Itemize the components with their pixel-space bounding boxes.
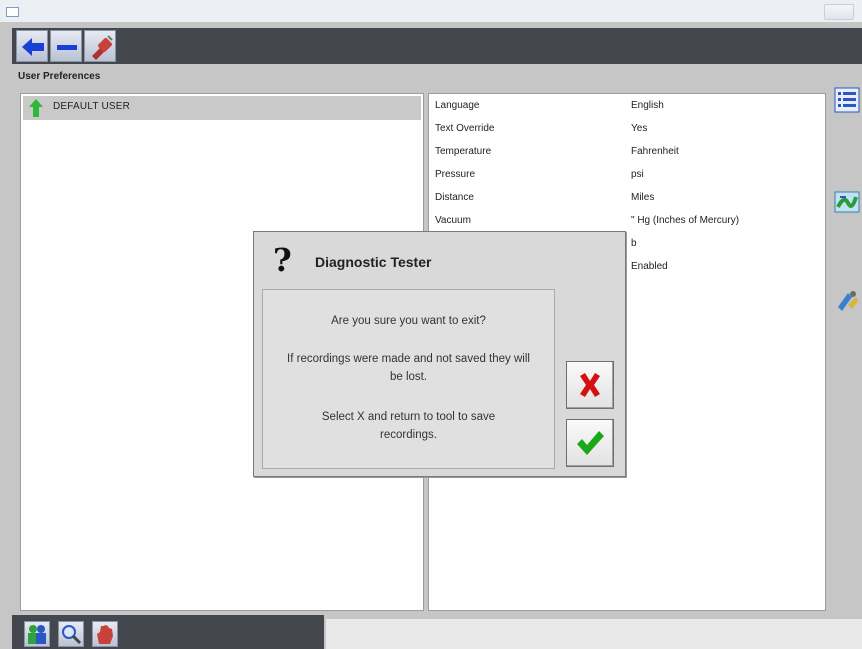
- pref-value: English: [631, 100, 664, 111]
- pref-row: Temperature Fahrenheit: [429, 143, 825, 163]
- stop-button[interactable]: [92, 621, 118, 647]
- bottom-toolbar-left: [12, 615, 324, 649]
- pref-value: " Hg (Inches of Mercury): [631, 215, 740, 226]
- pref-value: Enabled: [631, 261, 668, 272]
- pref-key: Text Override: [435, 123, 495, 134]
- dialog-message-line1: Are you sure you want to exit?: [331, 315, 486, 327]
- pref-value: psi: [631, 169, 644, 180]
- pref-row: Vacuum " Hg (Inches of Mercury): [429, 212, 825, 232]
- tools-icon: [838, 291, 858, 311]
- exit-confirm-dialog: ? Diagnostic Tester Are you sure you wan…: [253, 231, 626, 477]
- pref-key: Pressure: [435, 169, 476, 180]
- user-label: DEFAULT USER: [53, 101, 131, 112]
- map-icon: [834, 191, 860, 213]
- pref-key: Distance: [435, 192, 474, 203]
- users-button[interactable]: [24, 621, 50, 647]
- dialog-message-line3: Select X and return to tool to save reco…: [321, 411, 496, 441]
- pref-row: Distance Miles: [429, 189, 825, 209]
- confirm-button[interactable]: [566, 419, 614, 467]
- red-x-icon: [580, 373, 600, 397]
- back-arrow-icon: [22, 38, 44, 56]
- dialog-message-box: Are you sure you want to exit? If record…: [262, 289, 555, 469]
- pref-key: Language: [435, 100, 480, 111]
- green-check-icon: [577, 431, 604, 455]
- dialog-title: Diagnostic Tester: [315, 254, 432, 270]
- magnifier-icon: [62, 625, 82, 645]
- search-button[interactable]: [58, 621, 84, 647]
- cancel-button[interactable]: [566, 361, 614, 409]
- bottom-status-area: [326, 619, 862, 649]
- pref-value: b: [631, 238, 637, 249]
- question-mark-icon: ?: [273, 241, 292, 279]
- hand-icon: [97, 625, 113, 644]
- pref-key: Temperature: [435, 146, 492, 157]
- minus-icon: [57, 45, 77, 50]
- top-toolbar: [12, 28, 862, 64]
- tools-button[interactable]: [834, 287, 860, 313]
- pref-value: Yes: [631, 123, 648, 134]
- window-controls[interactable]: [824, 4, 854, 20]
- app-icon: [6, 7, 19, 17]
- pref-row: Language English: [429, 97, 825, 117]
- cable-connector-icon: [92, 35, 113, 60]
- connect-button[interactable]: [84, 30, 116, 62]
- people-icon: [28, 625, 46, 644]
- list-icon: [834, 87, 860, 113]
- dialog-message-line2: If recordings were made and not saved th…: [287, 353, 530, 383]
- side-tool-strip: [828, 85, 862, 615]
- pref-row: Text Override Yes: [429, 120, 825, 140]
- back-button[interactable]: [16, 30, 48, 62]
- pref-value: Miles: [631, 192, 655, 203]
- map-button[interactable]: [834, 189, 860, 215]
- pref-value: Fahrenheit: [631, 146, 679, 157]
- section-title: User Preferences: [18, 71, 101, 82]
- up-arrow-icon: [29, 99, 43, 117]
- window-titlebar: [0, 0, 862, 23]
- pref-row: Pressure psi: [429, 166, 825, 186]
- minimize-button[interactable]: [50, 30, 82, 62]
- bottom-toolbar: [12, 615, 862, 649]
- user-list-item[interactable]: DEFAULT USER: [23, 96, 421, 120]
- list-view-button[interactable]: [834, 87, 860, 113]
- pref-key: Vacuum: [435, 215, 471, 226]
